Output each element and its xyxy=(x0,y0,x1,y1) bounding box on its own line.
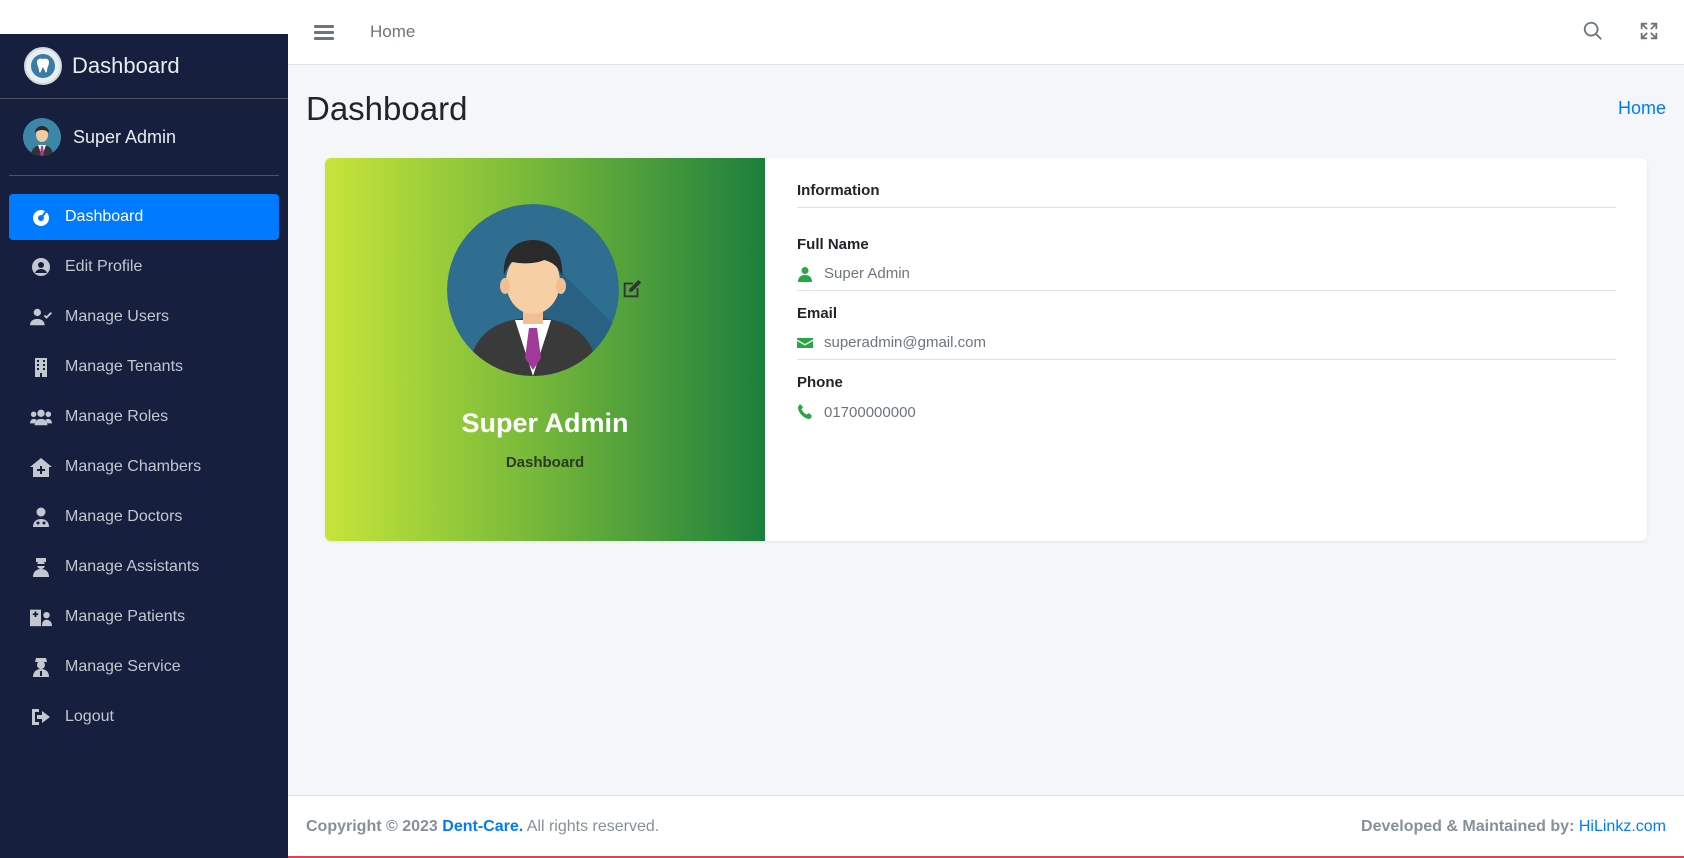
top-left-blank xyxy=(0,0,288,34)
fullscreen-icon[interactable] xyxy=(1638,20,1660,42)
sidebar-item-label: Manage Patients xyxy=(65,608,186,625)
doctor-icon xyxy=(29,506,53,528)
building-icon xyxy=(29,356,53,378)
user-panel[interactable]: Super Admin xyxy=(9,99,279,176)
tooth-logo-icon xyxy=(24,47,62,85)
sidebar-item-manage-patients[interactable]: Manage Patients xyxy=(9,594,279,640)
breadcrumb-home[interactable]: Home xyxy=(1618,98,1666,119)
phone-icon xyxy=(798,404,812,419)
footer-copyright: Copyright © 2023 Dent-Care. All rights r… xyxy=(306,818,659,836)
sidebar-item-manage-assistants[interactable]: Manage Assistants xyxy=(9,544,279,590)
sidebar-item-label: Manage Doctors xyxy=(65,508,183,525)
users-icon xyxy=(29,406,53,428)
user-icon xyxy=(798,266,812,282)
avatar xyxy=(23,118,61,156)
full-name-label: Full Name xyxy=(797,236,869,253)
content-header: Dashboard Home xyxy=(306,90,1666,128)
dashboard-icon xyxy=(29,206,53,228)
email-label: Email xyxy=(797,305,838,322)
sign-out-icon xyxy=(29,706,53,728)
rights-text: All rights reserved. xyxy=(526,818,660,835)
sidebar-nav: Dashboard Edit Profile Manage Users Mana… xyxy=(0,176,288,740)
sidebar-item-edit-profile[interactable]: Edit Profile xyxy=(9,244,279,290)
sidebar-item-manage-tenants[interactable]: Manage Tenants xyxy=(9,344,279,390)
email-row: superadmin@gmail.com xyxy=(797,326,1616,360)
sidebar: Dashboard Super Admin Dashboard Edit Pro… xyxy=(0,34,288,858)
profile-banner: Super Admin Dashboard xyxy=(325,158,765,541)
clinic-icon xyxy=(29,456,53,478)
sidebar-item-label: Dashboard xyxy=(65,208,144,225)
copyright-text: Copyright © 2023 xyxy=(306,818,438,835)
sidebar-item-label: Logout xyxy=(65,708,114,725)
full-name-row: Super Admin xyxy=(797,257,1616,291)
hospital-user-icon xyxy=(29,606,53,628)
envelope-icon xyxy=(797,337,813,348)
email-value: superadmin@gmail.com xyxy=(824,334,986,351)
sidebar-item-dashboard[interactable]: Dashboard xyxy=(9,194,279,240)
sidebar-item-logout[interactable]: Logout xyxy=(9,694,279,740)
search-icon[interactable] xyxy=(1582,20,1604,42)
sidebar-item-manage-users[interactable]: Manage Users xyxy=(9,294,279,340)
sidebar-item-label: Manage Roles xyxy=(65,408,169,425)
info-heading: Information xyxy=(797,182,1616,208)
edit-icon[interactable] xyxy=(621,278,643,305)
developer-label: Developed & Maintained by: xyxy=(1361,818,1575,835)
user-circle-icon xyxy=(29,256,53,278)
full-name-value: Super Admin xyxy=(824,265,910,282)
profile-card: Super Admin Dashboard Information Full N… xyxy=(325,158,1647,541)
profile-avatar xyxy=(447,204,619,376)
info-panel: Information Full Name Super Admin Email … xyxy=(765,158,1647,541)
phone-label: Phone xyxy=(797,374,843,391)
nurse-icon xyxy=(29,556,53,578)
sidebar-item-label: Manage Service xyxy=(65,658,181,675)
phone-value: 01700000000 xyxy=(824,403,916,421)
topbar-actions xyxy=(1582,20,1660,42)
user-check-icon xyxy=(29,306,53,328)
sidebar-item-label: Manage Assistants xyxy=(65,558,200,575)
menu-toggle-icon[interactable] xyxy=(314,22,334,43)
service-icon xyxy=(29,656,53,678)
page-title: Dashboard xyxy=(306,90,468,127)
brand-title: Dashboard xyxy=(72,53,180,78)
sidebar-item-manage-doctors[interactable]: Manage Doctors xyxy=(9,494,279,540)
profile-role: Dashboard xyxy=(505,454,585,471)
footer: Copyright © 2023 Dent-Care. All rights r… xyxy=(288,795,1684,858)
sidebar-item-label: Manage Tenants xyxy=(65,358,184,375)
phone-row: 01700000000 xyxy=(797,395,1616,429)
profile-name: Super Admin xyxy=(461,408,629,438)
brand[interactable]: Dashboard xyxy=(0,34,288,99)
sidebar-item-manage-roles[interactable]: Manage Roles xyxy=(9,394,279,440)
topbar: Home xyxy=(288,0,1684,65)
footer-brand-link[interactable]: Dent-Care. xyxy=(442,818,523,835)
sidebar-item-label: Manage Chambers xyxy=(65,458,202,475)
sidebar-item-label: Manage Users xyxy=(65,308,170,325)
sidebar-item-manage-chambers[interactable]: Manage Chambers xyxy=(9,444,279,490)
sidebar-item-label: Edit Profile xyxy=(65,258,143,275)
footer-developer: Developed & Maintained by: HiLinkz.com xyxy=(1361,818,1666,836)
user-name: Super Admin xyxy=(73,126,177,147)
developer-link[interactable]: HiLinkz.com xyxy=(1579,818,1666,835)
top-home-link[interactable]: Home xyxy=(370,22,415,42)
sidebar-item-manage-service[interactable]: Manage Service xyxy=(9,644,279,690)
